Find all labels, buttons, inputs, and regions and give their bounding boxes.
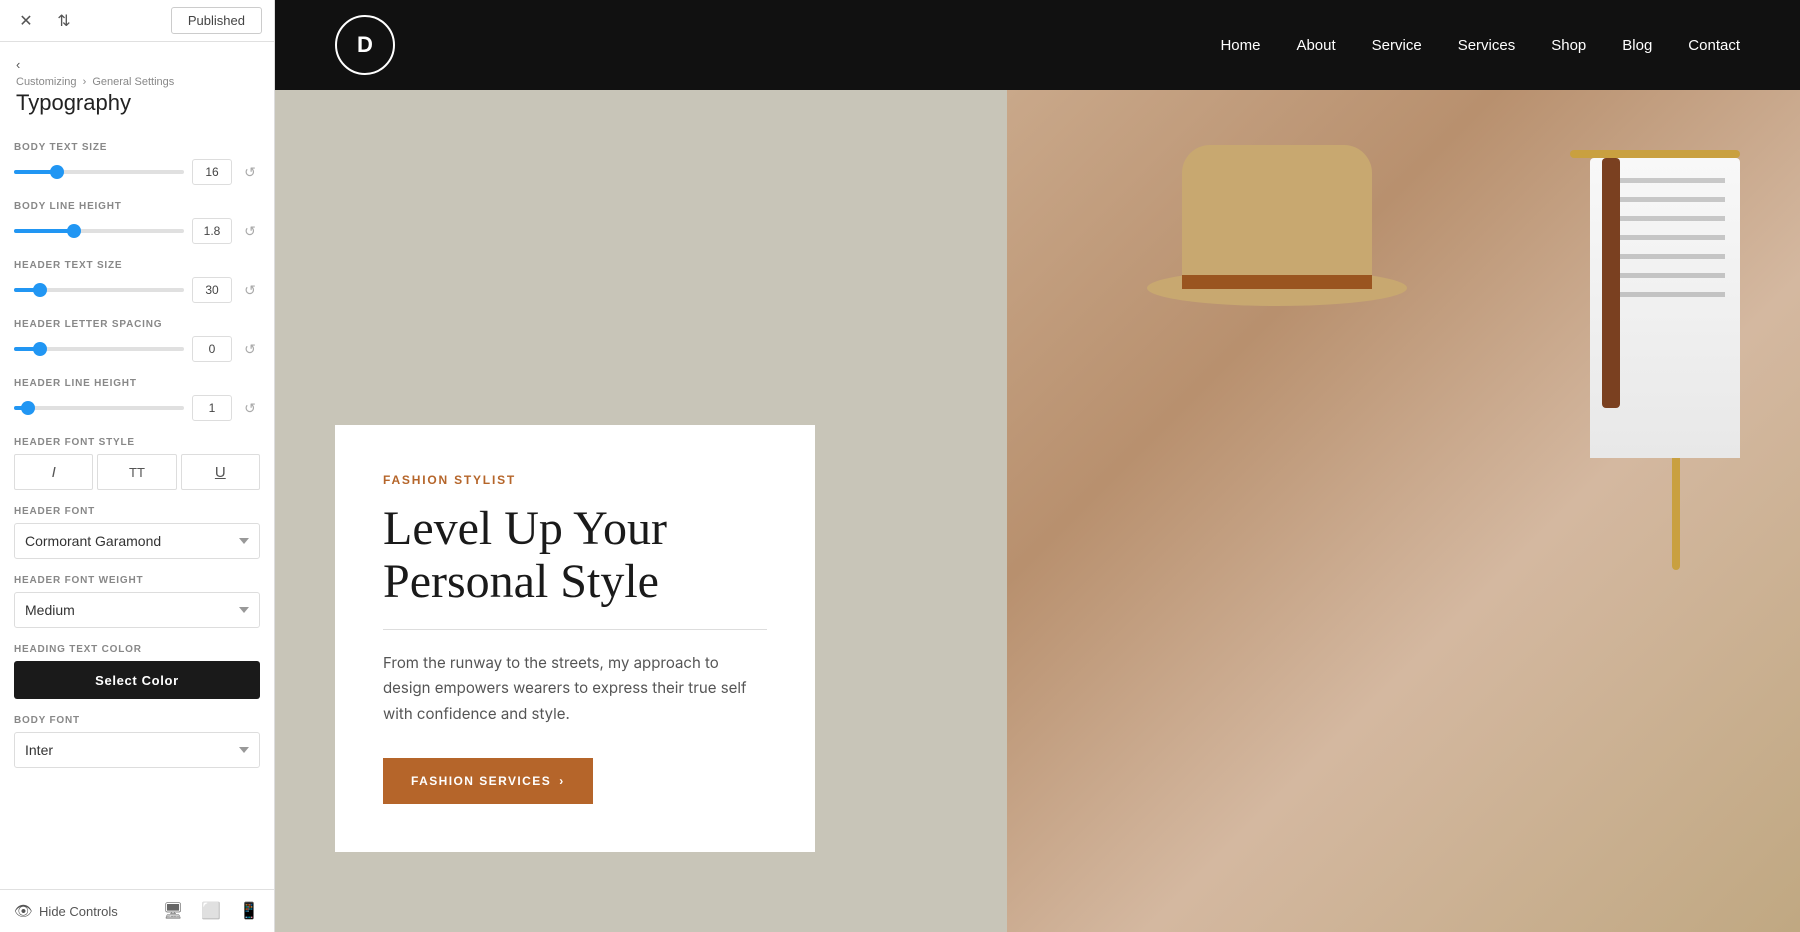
mobile-icon[interactable]: 📱 bbox=[238, 900, 260, 922]
body-font-label: BODY FONT bbox=[14, 715, 260, 726]
body-line-height-reset[interactable]: ↺ bbox=[240, 221, 260, 241]
header-font-weight-select[interactable]: Thin Light Regular Medium Bold bbox=[14, 592, 260, 628]
header-font-style-row: I TT U bbox=[14, 454, 260, 490]
header-line-height-label: HEADER LINE HEIGHT bbox=[14, 378, 260, 389]
header-letter-spacing-reset[interactable]: ↺ bbox=[240, 339, 260, 359]
header-text-size-group: HEADER TEXT SIZE 30 ↺ bbox=[14, 260, 260, 303]
body-line-height-group: BODY LINE HEIGHT 1.8 ↺ bbox=[14, 201, 260, 244]
nav-blog[interactable]: Blog bbox=[1622, 37, 1652, 54]
header-letter-spacing-label: HEADER LETTER SPACING bbox=[14, 319, 260, 330]
body-line-height-value: 1.8 bbox=[192, 218, 232, 244]
header-letter-spacing-group: HEADER LETTER SPACING 0 ↺ bbox=[14, 319, 260, 362]
hero-section: FASHION STYLIST Level Up Your Personal S… bbox=[275, 90, 1800, 932]
header-line-height-group: HEADER LINE HEIGHT 1 ↺ bbox=[14, 378, 260, 421]
hero-headline: Level Up Your Personal Style bbox=[383, 503, 767, 609]
body-text-size-slider[interactable] bbox=[14, 170, 184, 174]
italic-button[interactable]: I bbox=[14, 454, 93, 490]
header-text-size-slider[interactable] bbox=[14, 288, 184, 292]
hat-crown bbox=[1182, 145, 1372, 285]
left-panel: ✕ ⇅ Published ‹ Customizing › General Se… bbox=[0, 0, 275, 932]
body-line-height-row: 1.8 ↺ bbox=[14, 218, 260, 244]
header-line-height-row: 1 ↺ bbox=[14, 395, 260, 421]
body-font-group: BODY FONT Inter Arial Helvetica Roboto bbox=[14, 715, 260, 768]
shirt-stripes bbox=[1605, 178, 1725, 297]
panel-top-bar: ✕ ⇅ Published bbox=[0, 0, 274, 42]
panel-title: Typography bbox=[16, 90, 258, 116]
nav-service[interactable]: Service bbox=[1372, 37, 1422, 54]
heading-text-color-label: HEADING TEXT COLOR bbox=[14, 644, 260, 655]
body-line-height-label: BODY LINE HEIGHT bbox=[14, 201, 260, 212]
nav-about[interactable]: About bbox=[1296, 37, 1335, 54]
content-card: FASHION STYLIST Level Up Your Personal S… bbox=[335, 425, 815, 852]
body-text-size-value: 16 bbox=[192, 159, 232, 185]
hero-image bbox=[1007, 90, 1800, 932]
select-color-button[interactable]: Select Color bbox=[14, 661, 260, 699]
strap-item bbox=[1602, 158, 1620, 408]
header-font-weight-group: HEADER FONT WEIGHT Thin Light Regular Me… bbox=[14, 575, 260, 628]
desktop-icon[interactable]: 🖥 bbox=[162, 900, 184, 922]
header-line-height-value: 1 bbox=[192, 395, 232, 421]
swap-button[interactable]: ⇅ bbox=[50, 7, 78, 35]
header-font-group: HEADER FONT Cormorant Garamond Georgia T… bbox=[14, 506, 260, 559]
header-font-label: HEADER FONT bbox=[14, 506, 260, 517]
breadcrumb: Customizing › General Settings bbox=[16, 76, 258, 88]
close-button[interactable]: ✕ bbox=[12, 7, 40, 35]
hero-divider bbox=[383, 629, 767, 630]
hero-body: From the runway to the streets, my appro… bbox=[383, 650, 767, 727]
rack-horizontal bbox=[1570, 150, 1740, 158]
header-letter-spacing-row: 0 ↺ bbox=[14, 336, 260, 362]
back-button[interactable]: ‹ bbox=[16, 57, 20, 72]
nav-services[interactable]: Services bbox=[1458, 37, 1516, 54]
header-line-height-reset[interactable]: ↺ bbox=[240, 398, 260, 418]
preview-area: D Home About Service Services Shop Blog … bbox=[275, 0, 1800, 932]
nav-home[interactable]: Home bbox=[1220, 37, 1260, 54]
footer-icons: 🖥 ⬜ 📱 bbox=[162, 900, 260, 922]
eye-icon: 👁 bbox=[14, 902, 33, 920]
header-font-weight-label: HEADER FONT WEIGHT bbox=[14, 575, 260, 586]
body-font-select[interactable]: Inter Arial Helvetica Roboto bbox=[14, 732, 260, 768]
panel-footer: 👁 Hide Controls 🖥 ⬜ 📱 bbox=[0, 889, 274, 932]
hide-controls-button[interactable]: 👁 Hide Controls bbox=[14, 902, 118, 920]
body-text-size-label: BODY TEXT SIZE bbox=[14, 142, 260, 153]
category-label: FASHION STYLIST bbox=[383, 473, 767, 487]
heading-text-color-group: HEADING TEXT COLOR Select Color bbox=[14, 644, 260, 699]
header-font-style-group: HEADER FONT STYLE I TT U bbox=[14, 437, 260, 490]
caps-button[interactable]: TT bbox=[97, 454, 176, 490]
nav-links: Home About Service Services Shop Blog Co… bbox=[1220, 37, 1740, 54]
breadcrumb-section: ‹ Customizing › General Settings Typogra… bbox=[0, 42, 274, 126]
hat-band bbox=[1182, 275, 1372, 289]
left-icons: ✕ ⇅ bbox=[12, 7, 78, 35]
published-button[interactable]: Published bbox=[171, 7, 262, 34]
header-letter-spacing-slider[interactable] bbox=[14, 347, 184, 351]
header-text-size-label: HEADER TEXT SIZE bbox=[14, 260, 260, 271]
header-letter-spacing-value: 0 bbox=[192, 336, 232, 362]
header-font-style-label: HEADER FONT STYLE bbox=[14, 437, 260, 448]
tablet-icon[interactable]: ⬜ bbox=[200, 900, 222, 922]
preview-nav: D Home About Service Services Shop Blog … bbox=[275, 0, 1800, 90]
body-text-size-reset[interactable]: ↺ bbox=[240, 162, 260, 182]
body-text-size-row: 16 ↺ bbox=[14, 159, 260, 185]
body-line-height-slider[interactable] bbox=[14, 229, 184, 233]
header-font-select[interactable]: Cormorant Garamond Georgia Times New Rom… bbox=[14, 523, 260, 559]
header-text-size-row: 30 ↺ bbox=[14, 277, 260, 303]
header-text-size-value: 30 bbox=[192, 277, 232, 303]
header-text-size-reset[interactable]: ↺ bbox=[240, 280, 260, 300]
nav-shop[interactable]: Shop bbox=[1551, 37, 1586, 54]
cta-button[interactable]: FASHION SERVICES › bbox=[383, 758, 593, 804]
underline-button[interactable]: U bbox=[181, 454, 260, 490]
nav-logo: D bbox=[335, 15, 395, 75]
hero-right bbox=[1007, 90, 1800, 932]
panel-body: BODY TEXT SIZE 16 ↺ BODY LINE HEIGHT 1.8… bbox=[0, 126, 274, 889]
header-line-height-slider[interactable] bbox=[14, 406, 184, 410]
body-text-size-group: BODY TEXT SIZE 16 ↺ bbox=[14, 142, 260, 185]
nav-contact[interactable]: Contact bbox=[1688, 37, 1740, 54]
